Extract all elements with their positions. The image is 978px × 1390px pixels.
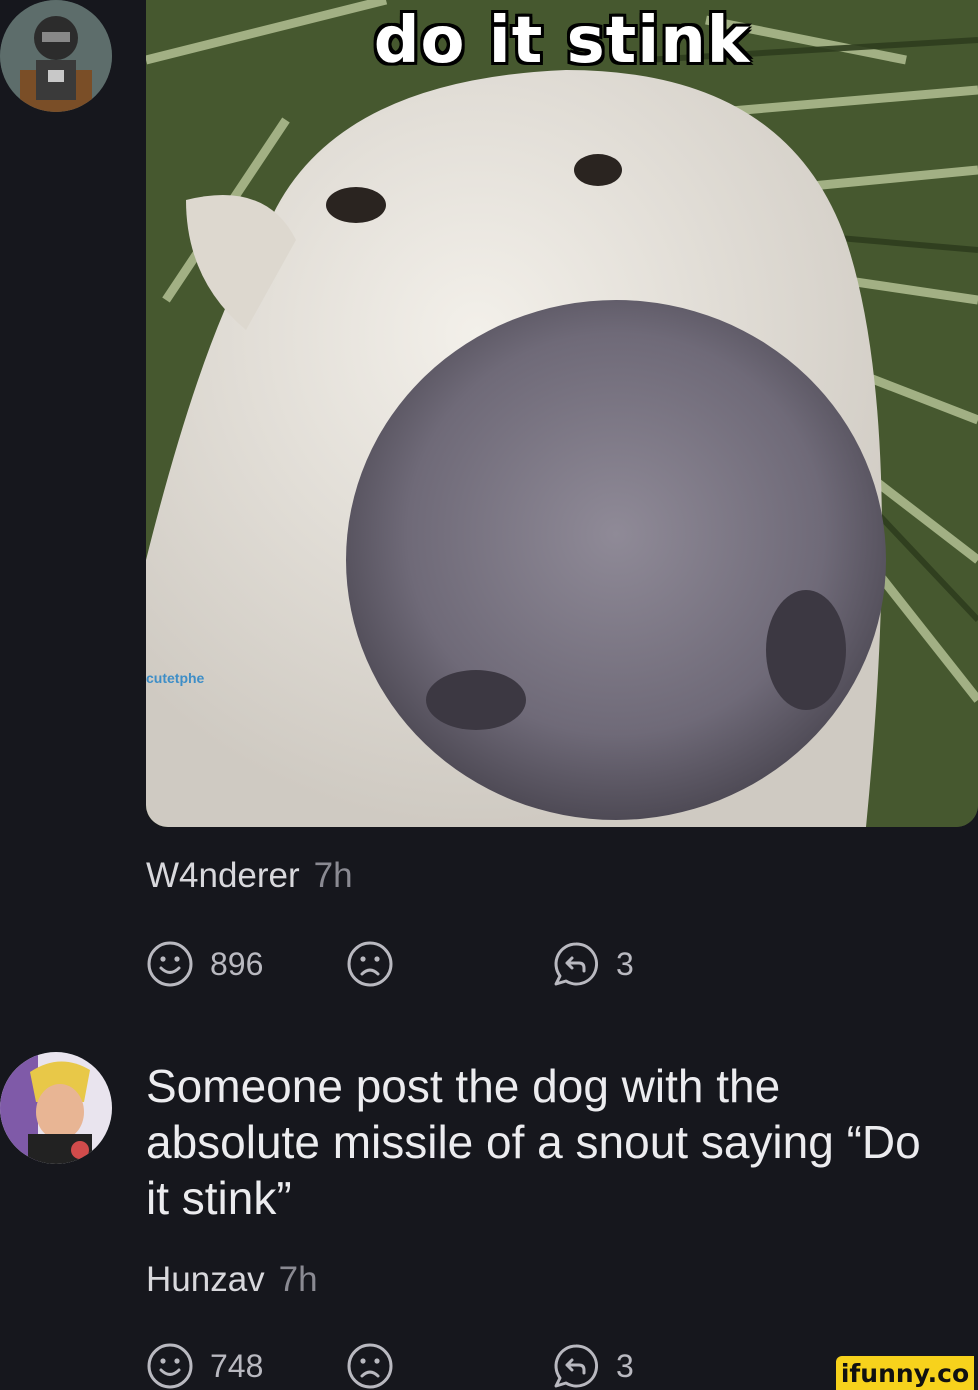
reply-button[interactable]: 3 (552, 940, 634, 988)
comment-actions: 748 3 (146, 1342, 666, 1390)
comment-meta: Hunzav 7h (146, 1260, 318, 1300)
reply-count: 3 (616, 945, 634, 982)
smile-icon (146, 1342, 194, 1390)
reply-icon (552, 1342, 600, 1390)
comment-reply-button[interactable]: 3 (552, 1342, 634, 1390)
post-username[interactable]: W4nderer (146, 856, 300, 895)
ifunny-watermark: ifunny.co (836, 1356, 974, 1390)
comment-username[interactable]: Hunzav (146, 1260, 265, 1299)
post-time: 7h (313, 856, 353, 895)
post-actions: 896 3 (146, 940, 666, 988)
smile-button[interactable]: 896 (146, 940, 263, 988)
comment-smile-count: 748 (210, 1347, 264, 1384)
commenter-avatar[interactable] (0, 1052, 112, 1164)
smile-count: 896 (210, 945, 264, 982)
post-meta: W4nderer 7h (146, 856, 353, 896)
meme-caption: do it stink (373, 4, 751, 78)
comment-smile-button[interactable]: 748 (146, 1342, 263, 1390)
comment-frown-button[interactable] (346, 1342, 394, 1390)
frown-icon (346, 1342, 394, 1390)
reply-icon (552, 940, 600, 988)
user-avatar[interactable] (0, 0, 112, 112)
frown-icon (346, 940, 394, 988)
smile-icon (146, 940, 194, 988)
comment-time: 7h (278, 1260, 318, 1299)
comment-reply-count: 3 (616, 1347, 634, 1384)
frown-button[interactable] (346, 940, 394, 988)
meme-watermark: cutetphe (146, 670, 205, 686)
comment-text: Someone post the dog with the absolute m… (146, 1060, 921, 1224)
meme-image[interactable]: do it stink cutetphe (146, 0, 978, 827)
